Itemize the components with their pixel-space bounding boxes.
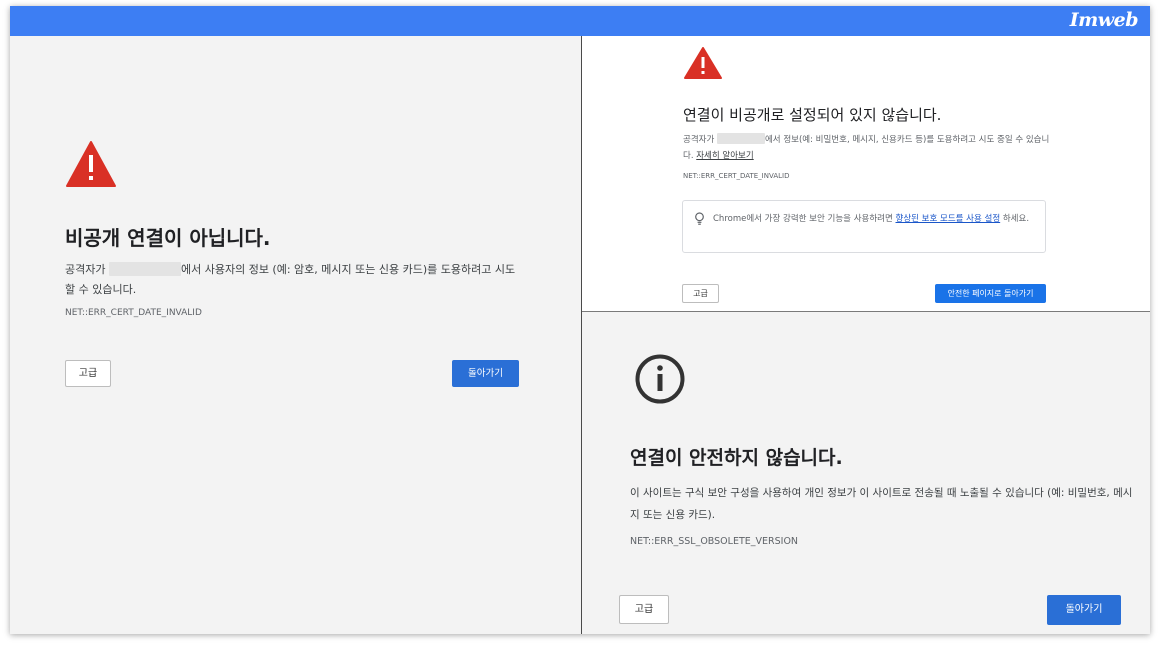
advanced-button[interactable]: 고급 [65, 360, 111, 387]
advanced-button[interactable]: 고급 [619, 595, 669, 624]
interstitial-cert-date-top-right: 연결이 비공개로 설정되어 있지 않습니다. 공격자가 에서 정보(예: 비밀번… [582, 36, 1150, 312]
redacted-domain [716, 133, 765, 144]
interstitial-cert-date-left: 비공개 연결이 아닙니다. 공격자가 에서 사용자의 정보 (예: 암호, 메시… [10, 36, 581, 634]
learn-more-link[interactable]: 자세히 알아보기 [696, 151, 753, 161]
error-code: NET::ERR_SSL_OBSOLETE_VERSION [630, 536, 799, 547]
page-title: 비공개 연결이 아닙니다. [65, 226, 271, 250]
error-description: 공격자가 에서 사용자의 정보 (예: 암호, 메시지 또는 신용 카드)를 도… [65, 262, 516, 296]
back-button[interactable]: 돌아가기 [1047, 595, 1121, 625]
error-code: NET::ERR_CERT_DATE_INVALID [683, 172, 790, 180]
error-description: 공격자가 에서 정보(예: 비밀번호, 메시지, 신용카드 등)를 도용하려고 … [683, 133, 1050, 161]
tip-text: Chrome에서 가장 강력한 보안 기능을 사용하려면 향상된 보호 모드를 … [713, 214, 1030, 224]
page-title: 연결이 비공개로 설정되어 있지 않습니다. [683, 106, 942, 124]
advanced-button[interactable]: 고급 [682, 284, 719, 303]
back-to-safety-button[interactable]: 안전한 페이지로 돌아가기 [935, 284, 1046, 303]
error-code: NET::ERR_CERT_DATE_INVALID [65, 308, 202, 318]
warning-triangle-icon [66, 141, 116, 187]
page-title: 연결이 안전하지 않습니다. [630, 447, 843, 469]
info-circle-icon [635, 354, 685, 404]
screenshot-frame: Imweb 비공개 연결이 아닙니다. 공격자가 에서 사용자의 정보 (예: … [10, 6, 1150, 634]
enhanced-protection-link[interactable]: 향상된 보호 모드를 사용 설정 [896, 214, 1001, 224]
imweb-logo: Imweb [1069, 9, 1139, 31]
enhanced-protection-tip: Chrome에서 가장 강력한 보안 기능을 사용하려면 향상된 보호 모드를 … [682, 200, 1046, 253]
back-button[interactable]: 돌아가기 [452, 360, 519, 387]
warning-triangle-icon [684, 47, 722, 79]
error-description: 이 사이트는 구식 보안 구성을 사용하여 개인 정보가 이 사이트로 전송될 … [630, 487, 1133, 521]
top-banner: Imweb [10, 6, 1150, 36]
lightbulb-icon [695, 212, 704, 225]
interstitial-ssl-obsolete: 연결이 안전하지 않습니다. 이 사이트는 구식 보안 구성을 사용하여 개인 … [582, 312, 1150, 634]
redacted-domain [108, 262, 181, 276]
